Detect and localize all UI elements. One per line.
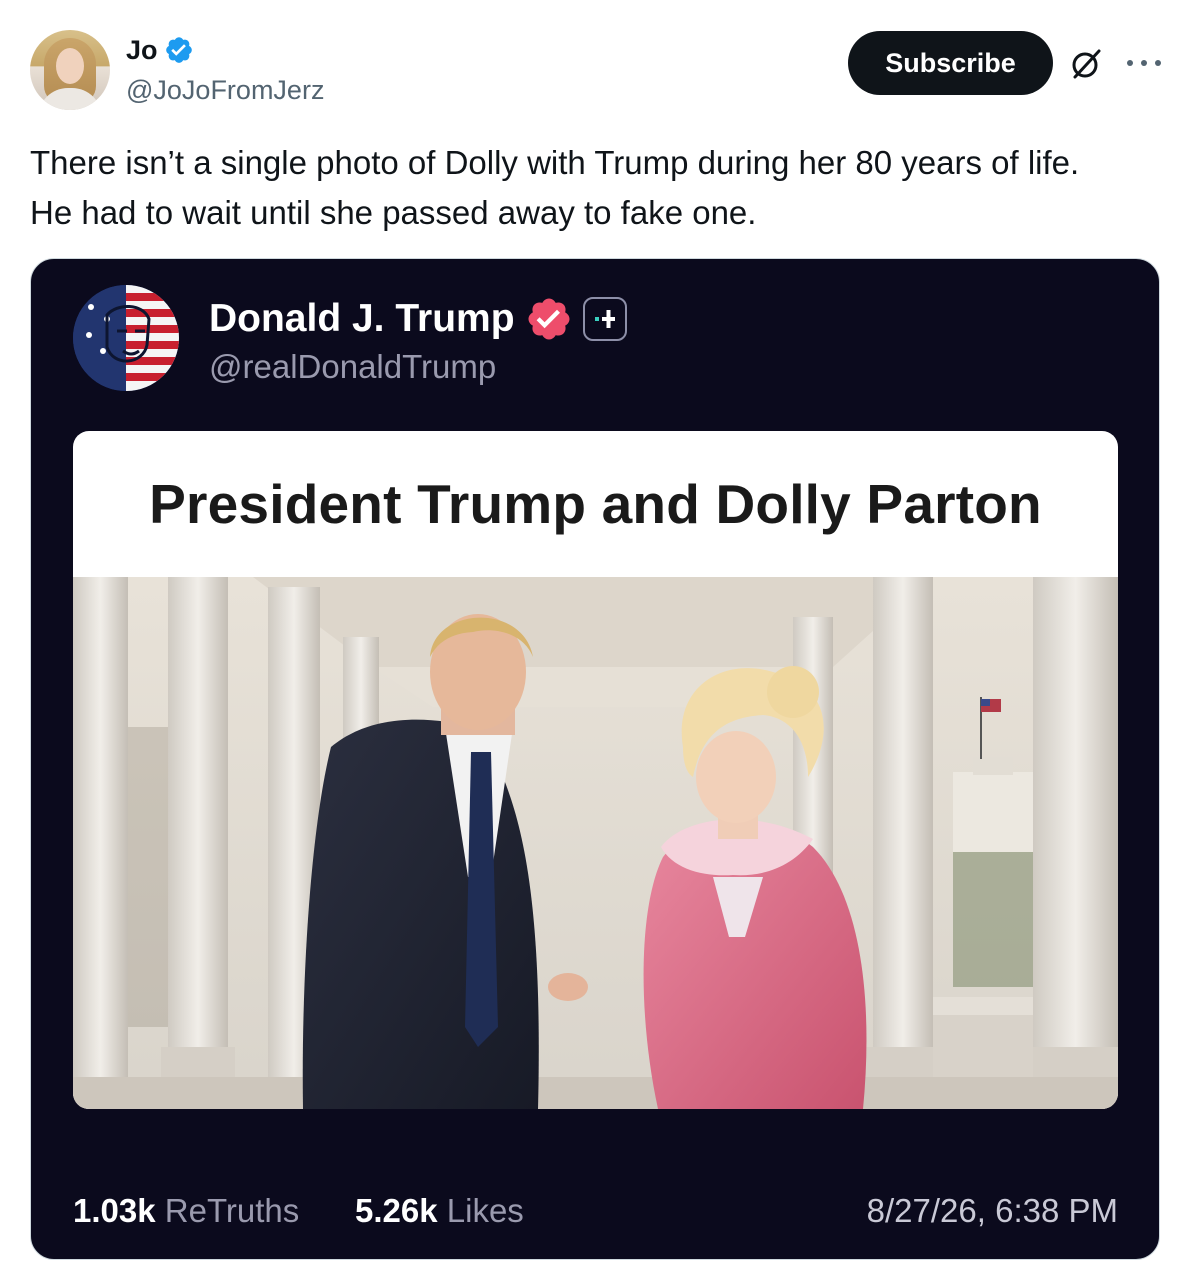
flag-face-portrait <box>73 285 179 391</box>
embed-author-display-name: Donald J. Trump <box>209 297 515 340</box>
truth-plus-icon <box>582 297 627 341</box>
author-handle[interactable]: @JoJoFromJerz <box>126 74 324 106</box>
retruths-stat: 1.03k ReTruths <box>73 1189 299 1233</box>
author-name-row: Jo <box>126 34 194 66</box>
embed-author-handle: @realDonaldTrump <box>209 348 497 385</box>
watercolor-illustration <box>73 577 1118 1109</box>
likes-stat: 5.26k Likes <box>355 1189 524 1233</box>
avatar[interactable] <box>30 30 110 110</box>
subscribe-button[interactable]: Subscribe <box>848 31 1053 95</box>
verified-badge-icon <box>165 37 192 63</box>
likes-count: 5.26k <box>355 1192 438 1229</box>
author-display-name[interactable]: Jo <box>126 34 158 66</box>
embed-stats: 1.03k ReTruths 5.26k Likes 8/27/26, 6:38… <box>73 1189 1118 1233</box>
embed-author-name-row: Donald J. Trump <box>209 295 627 343</box>
embedded-media[interactable]: Donald J. Trump @realDonaldTrump Preside… <box>30 258 1160 1260</box>
post-text-line-2: He had to wait until she passed away to … <box>30 194 757 231</box>
embed-author-avatar <box>73 285 179 391</box>
embed-verified-badge-icon <box>528 298 570 340</box>
image-title: President Trump and Dolly Parton <box>149 473 1042 535</box>
retruths-count: 1.03k <box>73 1192 156 1229</box>
embed-image-card: President Trump and Dolly Parton <box>73 431 1118 1109</box>
post-header: Jo @JoJoFromJerz Subscribe <box>30 30 1161 112</box>
embed-timestamp: 8/27/26, 6:38 PM <box>866 1192 1118 1229</box>
more-icon[interactable] <box>1124 56 1164 70</box>
post-text-line-1: There isn’t a single photo of Dolly with… <box>30 144 1080 181</box>
grok-icon[interactable] <box>1068 46 1104 82</box>
avatar-face <box>56 48 84 84</box>
retruths-label: ReTruths <box>164 1192 300 1229</box>
post-text: There isn’t a single photo of Dolly with… <box>30 138 1160 238</box>
likes-label: Likes <box>446 1192 524 1229</box>
